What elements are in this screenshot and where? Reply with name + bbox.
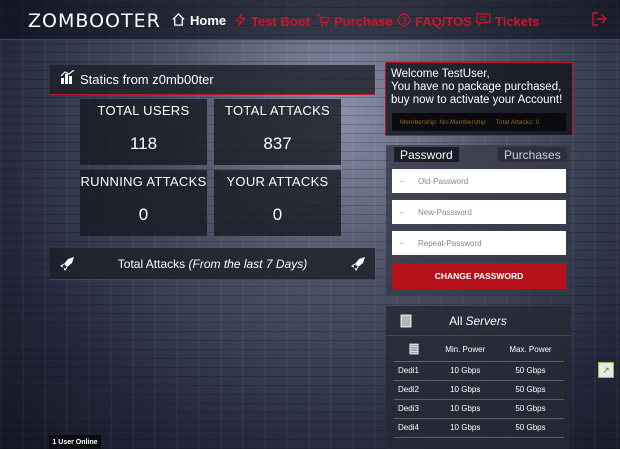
rocket-icon	[351, 255, 367, 275]
logout-icon	[591, 12, 607, 31]
stat-value: 0	[138, 205, 149, 224]
table-row: Dedi2 10 Gbps 50 Gbps	[394, 380, 564, 400]
stat-value: 118	[129, 134, 158, 153]
membership-status: Membership: No-Membership	[400, 118, 486, 126]
server-icon	[400, 314, 412, 331]
nav-purchase-label: Purchase	[334, 13, 393, 29]
server-name: Dedi3	[394, 399, 434, 419]
stat-running-attacks: RUNNING ATTACKS 0	[80, 170, 207, 236]
user-total-attacks: Total Attacks: 0	[495, 118, 540, 126]
servers-table: Min. Power Max. Power Dedi1 10 Gbps 50 G…	[394, 339, 564, 438]
stat-label: RUNNING ATTACKS	[80, 174, 207, 189]
server-name: Dedi1	[394, 361, 434, 381]
total-attacks-label: Total Attacks	[117, 256, 186, 271]
nav-purchase[interactable]: Purchase	[316, 12, 393, 30]
nav-faq-tos[interactable]: FAQ/TOS	[397, 12, 472, 30]
stats-header: Statics from z0mb00ter	[50, 65, 375, 95]
table-header-row: Min. Power Max. Power	[394, 339, 564, 362]
key-icon: ⎯	[400, 237, 405, 248]
nav-tickets-label: Tickets	[495, 13, 540, 29]
new-password-input[interactable]	[418, 207, 558, 217]
new-password-field[interactable]: ⎯	[392, 200, 566, 224]
change-password-button[interactable]: CHANGE PASSWORD	[392, 263, 566, 289]
server-col-icon	[394, 339, 434, 362]
welcome-message: Welcome TestUser, You have no package pu…	[391, 68, 567, 107]
rocket-icon	[60, 255, 76, 275]
servers-title: All	[449, 313, 463, 328]
stat-label: TOTAL USERS	[97, 103, 190, 118]
welcome-line-1: Welcome TestUser,	[391, 68, 490, 80]
stats-title: Statics from z0mb00ter	[80, 72, 214, 87]
server-max: 50 Gbps	[496, 380, 564, 400]
servers-panel: All Servers Min. Power Max. Power Dedi1 …	[386, 306, 570, 449]
welcome-line-3: buy now to activate your Account!	[391, 94, 563, 106]
tab-password[interactable]: Password	[394, 147, 459, 162]
password-panel: Password Purchases ⎯ ⎯ ⎯ CHANGE PASSWORD	[386, 145, 570, 295]
nav-test-boot-label: Test Boot	[251, 13, 310, 29]
side-widget-arrow-icon[interactable]: ↗	[598, 362, 614, 378]
ticket-icon	[476, 13, 491, 29]
server-name: Dedi4	[394, 418, 434, 438]
table-row: Dedi3 10 Gbps 50 Gbps	[394, 399, 564, 419]
server-name: Dedi2	[394, 380, 434, 400]
nav-tickets[interactable]: Tickets	[476, 12, 540, 30]
server-max: 50 Gbps	[496, 399, 564, 419]
chart-icon	[60, 69, 76, 89]
total-attacks-header: Total Attacks (From the last 7 Days)	[50, 248, 375, 280]
key-icon: ⎯	[400, 206, 405, 217]
welcome-line-2: You have no package purchased,	[391, 81, 562, 93]
table-row: Dedi1 10 Gbps 50 Gbps	[394, 361, 564, 381]
table-row: Dedi4 10 Gbps 50 Gbps	[394, 418, 564, 438]
site-logo[interactable]: ZOMBOOTER	[28, 10, 161, 32]
home-icon	[171, 12, 186, 29]
question-icon	[397, 13, 411, 29]
welcome-panel: Welcome TestUser, You have no package pu…	[385, 62, 573, 136]
logout-button[interactable]	[591, 11, 607, 32]
stat-total-users: TOTAL USERS 118	[80, 99, 207, 165]
col-max-power: Max. Power	[496, 339, 564, 362]
users-online-badge: 1 User Online	[49, 435, 101, 449]
stat-value: 0	[272, 205, 283, 224]
stat-label: TOTAL ATTACKS	[224, 103, 331, 118]
old-password-field[interactable]: ⎯	[392, 169, 566, 193]
bolt-icon	[234, 13, 247, 29]
stat-label: YOUR ATTACKS	[226, 174, 329, 189]
old-password-input[interactable]	[418, 176, 558, 186]
server-max: 50 Gbps	[496, 418, 564, 438]
stat-value: 837	[263, 134, 292, 153]
repeat-password-field[interactable]: ⎯	[392, 231, 566, 255]
repeat-password-input[interactable]	[418, 238, 558, 248]
nav-home-label: Home	[190, 12, 227, 28]
top-navbar: ZOMBOOTER Home Test Boot Purchase FAQ/TO…	[0, 0, 620, 40]
stat-total-attacks: TOTAL ATTACKS 837	[214, 99, 341, 165]
server-icon	[409, 343, 419, 355]
server-min: 10 Gbps	[433, 361, 497, 381]
cart-icon	[316, 13, 330, 29]
nav-test-boot[interactable]: Test Boot	[234, 12, 310, 30]
tab-purchases[interactable]: Purchases	[498, 147, 567, 162]
servers-header: All Servers	[386, 306, 570, 336]
server-min: 10 Gbps	[433, 380, 497, 400]
nav-faq-tos-label: FAQ/TOS	[415, 13, 472, 29]
key-icon: ⎯	[400, 175, 405, 186]
total-attacks-subtitle: (From the last 7 Days)	[188, 256, 308, 271]
server-max: 50 Gbps	[496, 361, 564, 381]
servers-title-em: Servers	[465, 313, 507, 328]
nav-home[interactable]: Home	[171, 11, 226, 29]
server-min: 10 Gbps	[433, 399, 497, 419]
welcome-footer: Membership: No-Membership Total Attacks:…	[392, 113, 566, 131]
col-min-power: Min. Power	[433, 339, 497, 362]
total-attacks-title: Total Attacks (From the last 7 Days)	[118, 257, 307, 271]
stat-your-attacks: YOUR ATTACKS 0	[214, 170, 341, 236]
server-min: 10 Gbps	[433, 418, 497, 438]
